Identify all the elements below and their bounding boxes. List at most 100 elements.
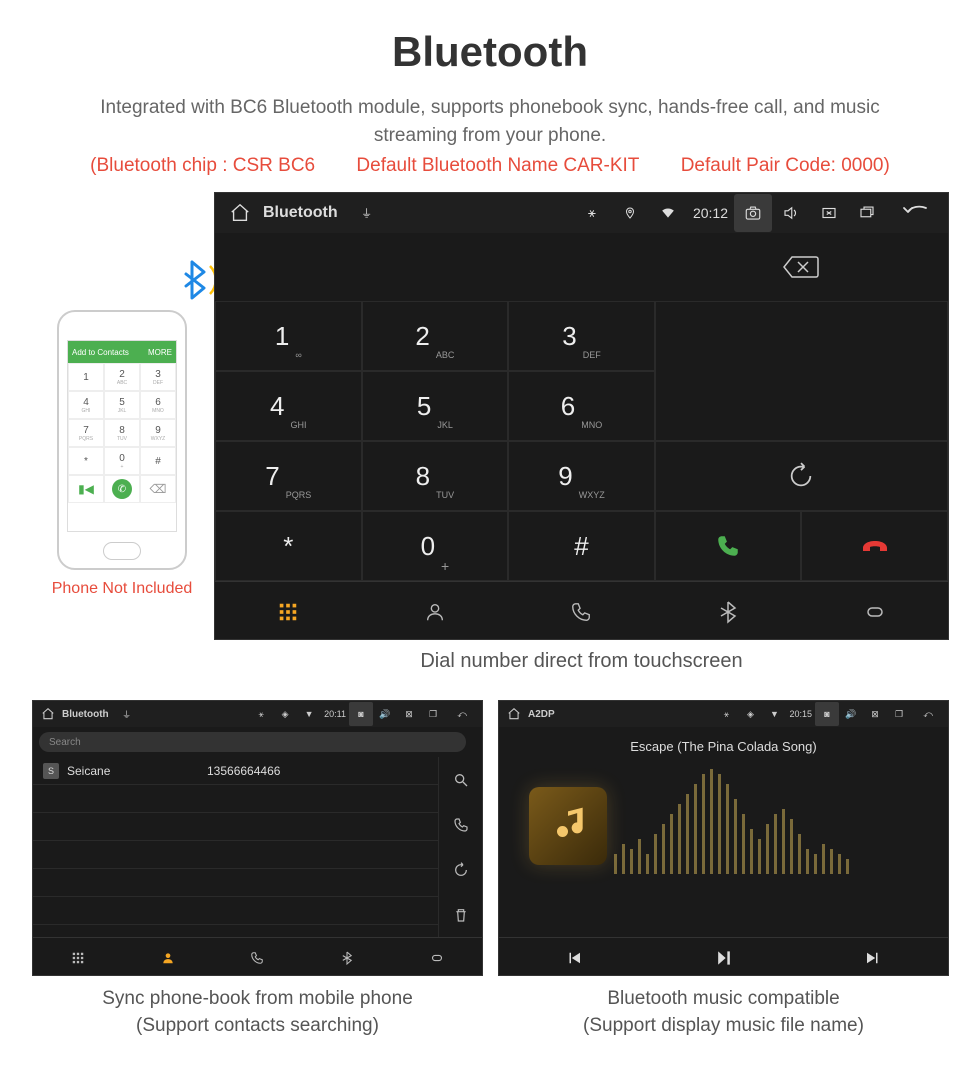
tab-pair[interactable]: [801, 582, 948, 641]
wifi-icon: ▼: [297, 702, 321, 726]
music-visualizer: [604, 754, 924, 884]
key-0[interactable]: 0+: [362, 511, 509, 581]
status-title: Bluetooth: [263, 204, 338, 222]
key-6[interactable]: 6MNO: [508, 371, 655, 441]
volume-icon[interactable]: 🔊: [839, 702, 863, 726]
phone-illustration: Add to Contacts MORE 1 2ABC 3DEF 4GHI 5J…: [42, 310, 202, 598]
bluetooth-status-icon: ⚹: [249, 702, 273, 726]
tab-contacts[interactable]: [123, 938, 213, 977]
phone-top-right: MORE: [148, 348, 172, 357]
home-icon[interactable]: [502, 702, 526, 726]
close-app-icon[interactable]: [810, 194, 848, 232]
status-time: 20:15: [789, 709, 812, 719]
location-icon: [611, 194, 649, 232]
key-hash[interactable]: #: [508, 511, 655, 581]
home-icon[interactable]: [221, 194, 259, 232]
spec-name: Default Bluetooth Name CAR-KIT: [356, 155, 639, 176]
key-2[interactable]: 2ABC: [362, 301, 509, 371]
tab-call-log[interactable]: [213, 938, 303, 977]
music-caption: Bluetooth music compatible (Support disp…: [498, 986, 949, 1039]
status-bar-music: A2DP ⚹ ◈ ▼ 20:15 ◙ 🔊 ⊠ ❐ ⤺: [499, 701, 948, 727]
contact-row[interactable]: S Seicane 13566664466: [33, 757, 438, 785]
call-button[interactable]: [655, 511, 802, 581]
phone-home-button: [103, 542, 141, 560]
search-icon[interactable]: [439, 757, 482, 802]
contacts-screen: Bluetooth ⏚ ⚹ ◈ ▼ 20:11 ◙ 🔊 ⊠ ❐ ⤺ Search…: [32, 700, 483, 976]
music-album-icon: [529, 787, 607, 865]
status-title: A2DP: [528, 709, 555, 720]
song-title: Escape (The Pina Colada Song): [630, 739, 816, 754]
volume-icon[interactable]: 🔊: [373, 702, 397, 726]
status-bar-contacts: Bluetooth ⏚ ⚹ ◈ ▼ 20:11 ◙ 🔊 ⊠ ❐ ⤺: [33, 701, 482, 727]
contact-name: Seicane: [67, 764, 207, 778]
phone-caption: Phone Not Included: [42, 580, 202, 598]
status-time: 20:12: [693, 205, 728, 221]
next-track-button[interactable]: [798, 938, 948, 977]
back-icon[interactable]: ⤺: [911, 702, 945, 726]
close-app-icon[interactable]: ⊠: [863, 702, 887, 726]
music-screen: A2DP ⚹ ◈ ▼ 20:15 ◙ 🔊 ⊠ ❐ ⤺ Escape (The P…: [498, 700, 949, 976]
key-3[interactable]: 3DEF: [508, 301, 655, 371]
bluetooth-status-icon: ⚹: [714, 702, 738, 726]
delete-icon[interactable]: [439, 892, 482, 937]
back-icon[interactable]: ⤺: [445, 702, 479, 726]
usb-icon: ⏚: [348, 194, 386, 232]
key-1[interactable]: 1∞: [215, 301, 362, 371]
dial-input-field[interactable]: [215, 233, 655, 301]
hangup-button[interactable]: [801, 511, 948, 581]
contact-number: 13566664466: [207, 764, 280, 778]
close-app-icon[interactable]: ⊠: [397, 702, 421, 726]
home-icon[interactable]: [36, 702, 60, 726]
prev-track-button[interactable]: [499, 938, 649, 977]
tab-bluetooth[interactable]: [655, 582, 802, 641]
key-4[interactable]: 4GHI: [215, 371, 362, 441]
back-icon[interactable]: [886, 194, 942, 232]
tab-pair[interactable]: [392, 938, 482, 977]
recent-apps-icon[interactable]: ❐: [887, 702, 911, 726]
phone-keypad: 1 2ABC 3DEF 4GHI 5JKL 6MNO 7PQRS 8TUV 9W…: [68, 363, 176, 475]
redial-button[interactable]: [655, 441, 948, 511]
tab-keypad[interactable]: [33, 938, 123, 977]
dialer-screen: Bluetooth ⏚ ⚹ 20:12 1∞ 2ABC 3DEF 4GHI 5J…: [214, 192, 949, 640]
status-bar: Bluetooth ⏚ ⚹ 20:12: [215, 193, 948, 233]
location-icon: ◈: [273, 702, 297, 726]
phone-device: Add to Contacts MORE 1 2ABC 3DEF 4GHI 5J…: [57, 310, 187, 570]
screenshot-icon[interactable]: ◙: [815, 702, 839, 726]
key-8[interactable]: 8TUV: [362, 441, 509, 511]
dialer-caption: Dial number direct from touchscreen: [214, 650, 949, 673]
sync-icon[interactable]: [439, 847, 482, 892]
tab-keypad[interactable]: [215, 582, 362, 641]
tab-bluetooth[interactable]: [302, 938, 392, 977]
phone-video-icon: ▮◀: [68, 475, 104, 503]
play-pause-button[interactable]: [649, 938, 799, 977]
contacts-caption: Sync phone-book from mobile phone (Suppo…: [32, 986, 483, 1039]
volume-icon[interactable]: [772, 194, 810, 232]
key-5[interactable]: 5JKL: [362, 371, 509, 441]
tab-call-log[interactable]: [508, 582, 655, 641]
key-7[interactable]: 7PQRS: [215, 441, 362, 511]
phone-call-icon: ✆: [104, 475, 140, 503]
spec-code: Default Pair Code: 0000): [681, 155, 890, 176]
backspace-button[interactable]: [655, 233, 948, 301]
key-9[interactable]: 9WXYZ: [508, 441, 655, 511]
call-icon[interactable]: [439, 802, 482, 847]
recent-apps-icon[interactable]: [848, 194, 886, 232]
screenshot-icon[interactable]: [734, 194, 772, 232]
contact-initial-badge: S: [43, 763, 59, 779]
location-icon: ◈: [738, 702, 762, 726]
wifi-icon: ▼: [762, 702, 786, 726]
key-star[interactable]: *: [215, 511, 362, 581]
tab-contacts[interactable]: [362, 582, 509, 641]
dialer-keypad: 1∞ 2ABC 3DEF 4GHI 5JKL 6MNO 7PQRS 8TUV 9…: [215, 301, 948, 581]
page-title: Bluetooth: [0, 0, 980, 76]
recent-apps-icon[interactable]: ❐: [421, 702, 445, 726]
phone-top-left: Add to Contacts: [72, 348, 129, 357]
usb-icon: ⏚: [115, 702, 139, 726]
wifi-icon: [649, 194, 687, 232]
spec-line: (Bluetooth chip : CSR BC6 Default Blueto…: [0, 155, 980, 177]
empty-area: [655, 301, 948, 441]
screenshot-icon[interactable]: ◙: [349, 702, 373, 726]
phone-backspace-icon: ⌫: [140, 475, 176, 503]
bottom-tabs: [215, 581, 948, 641]
search-input[interactable]: Search: [39, 732, 466, 752]
